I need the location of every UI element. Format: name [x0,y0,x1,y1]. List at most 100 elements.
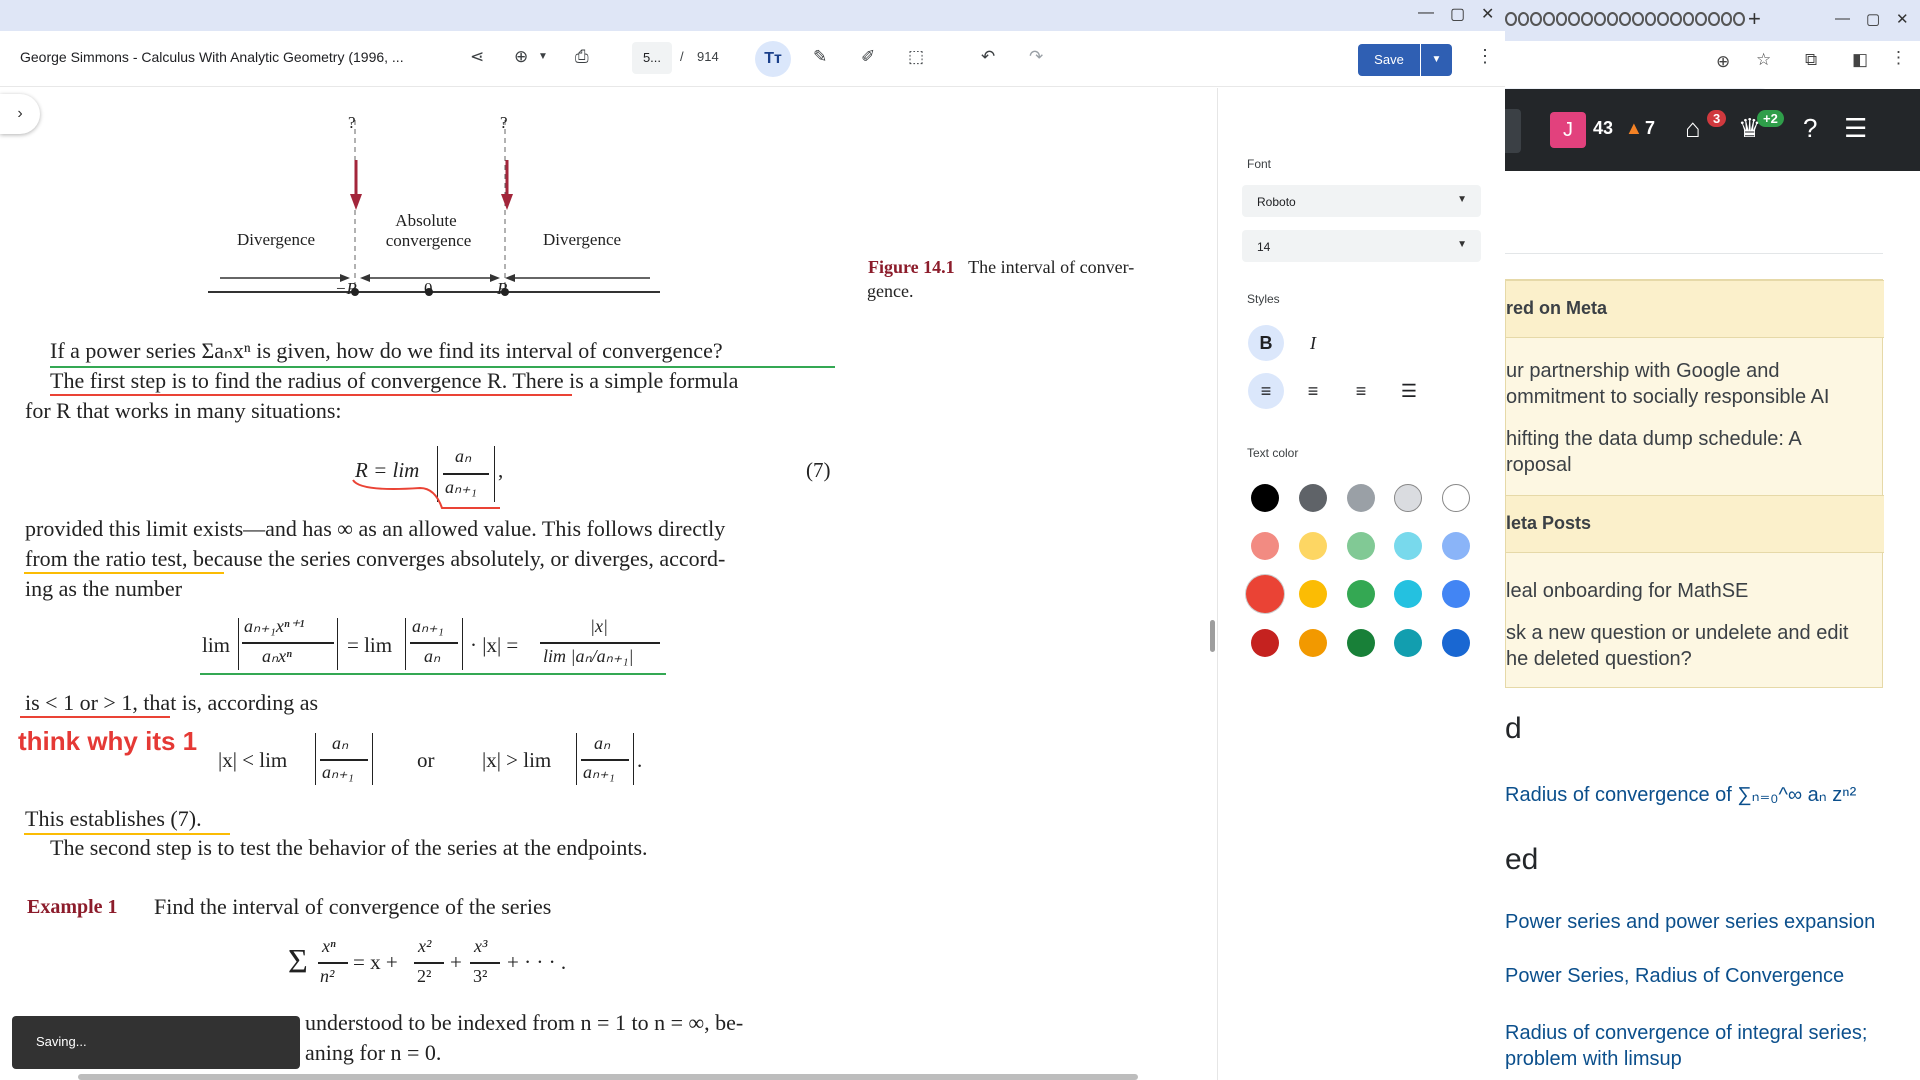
side-panel-icon[interactable]: ◧ [1852,50,1868,70]
condition-right: |x| > lim [482,748,552,772]
site-search-box[interactable] [1505,109,1521,153]
share-icon[interactable]: ⋖ [470,47,484,67]
related-heading: ed [1505,843,1539,876]
series-num-3: x³ [474,936,488,956]
color-swatch[interactable] [1251,629,1279,657]
example-text: Find the interval of convergence of the … [154,894,552,919]
redo-icon[interactable]: ↷ [1029,47,1043,67]
avatar[interactable]: J [1550,112,1586,148]
color-swatch[interactable] [1246,575,1284,613]
color-swatch[interactable] [1394,629,1422,657]
ratio-dot: · |x| = [470,633,519,657]
series-den-1: n² [320,966,335,986]
new-tab-icon[interactable]: + [1748,6,1761,32]
color-swatch[interactable] [1442,629,1470,657]
close-icon[interactable]: ✕ [1481,4,1494,24]
meta-link-2[interactable]: hifting the data dump schedule: Aroposal [1506,426,1866,478]
more-options-icon[interactable]: ⋮ [1476,46,1494,67]
handwritten-note[interactable]: think why its 1 [18,726,197,757]
inbox-icon[interactable]: ⌂ [1685,113,1701,144]
maximize-icon[interactable]: ▢ [1450,4,1465,24]
fraction-bar [540,642,660,644]
page-number-input[interactable]: 5... [632,42,672,74]
color-swatch[interactable] [1299,580,1327,608]
meta-link-1[interactable]: ur partnership with Google and ommitment … [1506,358,1866,410]
linked-question-link[interactable]: Radius of convergence of ∑ₙ₌₀^∞ aₙ zⁿ² [1505,782,1895,808]
minimize-icon[interactable]: — [1418,4,1434,22]
zoom-icon[interactable]: ⊕ [1716,52,1730,72]
color-swatch[interactable] [1251,484,1279,512]
save-button[interactable]: Save [1358,44,1420,76]
meta-link-3[interactable]: leal onboarding for MathSE [1506,578,1866,604]
color-swatch[interactable] [1394,484,1422,512]
achievements-badge: +2 [1757,110,1784,127]
align-center-icon[interactable]: ≡ [1295,373,1331,409]
bookmark-star-icon[interactable]: ☆ [1756,50,1771,70]
color-swatch[interactable] [1299,629,1327,657]
zoom-icon[interactable]: ⊕ [514,47,528,67]
condition-or: or [417,748,435,772]
figure-divergence-left: Divergence [237,230,316,249]
figure-caption-cont: gence. [867,281,914,301]
series-den-3: 3² [473,966,488,986]
text-line: is < 1 or > 1, that is, according as [25,690,319,715]
series-num-1: xⁿ [322,936,336,956]
font-size-select[interactable]: 14 ▼ [1242,230,1481,262]
undo-icon[interactable]: ↶ [981,47,995,67]
red-underline [50,394,572,396]
font-select[interactable]: Roboto ▼ [1242,185,1481,217]
meta-link-4[interactable]: sk a new question or undelete and edit he… [1506,620,1866,672]
sidebar-expand-icon[interactable]: › [0,94,40,134]
series-tail: + · · · . [507,950,567,974]
color-swatch[interactable] [1442,532,1470,560]
align-justify-icon[interactable]: ☰ [1391,373,1427,409]
select-region-icon[interactable]: ⬚ [908,47,924,67]
font-label: Font [1247,157,1272,171]
color-swatch[interactable] [1442,580,1470,608]
zoom-dropdown-icon[interactable]: ▼ [538,51,548,62]
help-icon[interactable]: ? [1803,113,1817,144]
color-swatch[interactable] [1394,580,1422,608]
color-swatch[interactable] [1394,532,1422,560]
fraction-bar [410,642,458,644]
text-line: If a power series Σaₙxⁿ is given, how do… [50,338,723,363]
save-dropdown-icon[interactable]: ▼ [1421,44,1452,76]
minimize-icon[interactable]: — [1835,10,1850,27]
related-question-link-2[interactable]: Power Series, Radius of Convergence [1505,963,1895,989]
color-swatch[interactable] [1442,484,1470,512]
bold-button[interactable]: B [1248,325,1284,361]
align-left-icon[interactable]: ≡ [1248,373,1284,409]
meta-sidebar-box: red on Meta ur partnership with Google a… [1505,279,1884,688]
panel-resize-handle[interactable] [1210,620,1215,652]
ratio-num-3: |x| [590,616,608,636]
extensions-icon[interactable]: ⧉ [1805,50,1817,70]
related-question-link-1[interactable]: Power series and power series expansion [1505,909,1895,935]
ratio-eq-1: = lim [347,633,393,657]
ratio-num-2: aₙ₊₁ [412,616,444,636]
related-question-link-3[interactable]: Radius of convergence of integral series… [1505,1020,1895,1072]
color-swatch[interactable] [1347,580,1375,608]
horizontal-scrollbar[interactable] [78,1074,1138,1080]
print-icon[interactable]: ⎙ [575,47,589,67]
color-swatch[interactable] [1347,629,1375,657]
color-swatch[interactable] [1299,532,1327,560]
color-swatch[interactable] [1347,484,1375,512]
equation-7-number: (7) [806,458,831,482]
tab-favicons[interactable] [1505,12,1745,30]
maximize-icon[interactable]: ▢ [1866,10,1880,28]
add-text-button[interactable]: Tт [755,41,791,77]
italic-button[interactable]: I [1295,325,1331,361]
text-color-label: Text color [1247,446,1299,460]
background-browser-window: + — ▢ ✕ ⊕ ☆ ⧉ ◧ ⋮ J 43 ▲ 7 ⌂ 3 ♛ +2 ? ☰ … [1505,0,1920,1080]
highlight-icon[interactable]: ✐ [861,47,875,67]
color-swatch[interactable] [1299,484,1327,512]
browser-menu-icon[interactable]: ⋮ [1890,48,1907,68]
text-line: The second step is to test the behavior … [50,835,648,860]
fraction-bar [581,759,629,761]
site-switcher-icon[interactable]: ☰ [1844,113,1867,144]
align-right-icon[interactable]: ≡ [1343,373,1379,409]
color-swatch[interactable] [1347,532,1375,560]
close-icon[interactable]: ✕ [1896,10,1909,28]
draw-icon[interactable]: ✎ [813,47,827,67]
color-swatch[interactable] [1251,532,1279,560]
